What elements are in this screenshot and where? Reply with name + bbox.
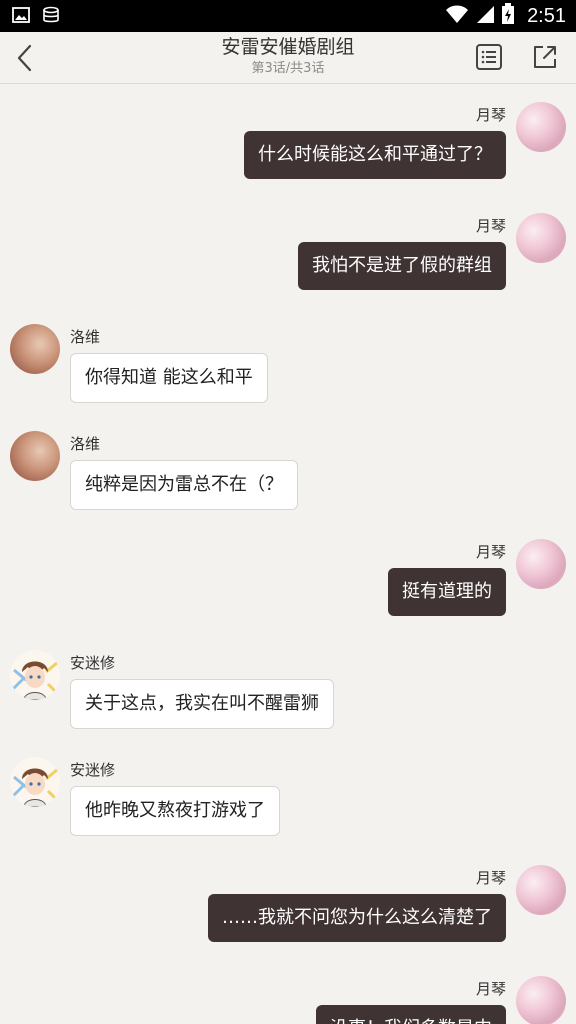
- share-icon: [534, 46, 556, 68]
- battery-icon: [501, 3, 515, 29]
- avatar[interactable]: [516, 213, 566, 263]
- message-bubble[interactable]: 挺有道理的: [388, 568, 506, 616]
- chat-thread[interactable]: 月琴 什么时候能这么和平通过了？ 月琴 我怕不是进了假的群组 洛维 你得知道 能…: [0, 84, 576, 1024]
- sender-name: 洛维: [70, 328, 101, 346]
- sender-name: 安迷修: [70, 654, 116, 672]
- avatar[interactable]: [10, 324, 60, 374]
- gallery-notification-icon: [12, 6, 30, 28]
- message-bubble[interactable]: 纯粹是因为雷总不在（？: [70, 460, 298, 510]
- avatar[interactable]: [10, 650, 60, 700]
- message-bubble[interactable]: 你得知道 能这么和平: [70, 353, 268, 403]
- list-icon: [476, 44, 502, 70]
- signal-icon: [475, 4, 495, 28]
- message-bubble[interactable]: 我怕不是进了假的群组: [298, 242, 506, 290]
- avatar[interactable]: [10, 431, 60, 481]
- message-bubble[interactable]: ……我就不问您为什么这么清楚了: [208, 894, 506, 942]
- avatar[interactable]: [516, 102, 566, 152]
- episode-list-button[interactable]: [474, 42, 504, 72]
- sender-name: 月琴: [475, 217, 506, 235]
- clock: 2:51: [527, 4, 566, 27]
- message-bubble[interactable]: 关于这点，我实在叫不醒雷狮: [70, 679, 334, 729]
- database-notification-icon: [42, 6, 60, 28]
- share-button[interactable]: [530, 42, 560, 72]
- avatar[interactable]: [10, 757, 60, 807]
- sender-name: 月琴: [475, 106, 506, 124]
- sender-name: 安迷修: [70, 761, 116, 779]
- sender-name: 月琴: [475, 543, 506, 561]
- character-portrait-icon: [10, 660, 60, 700]
- status-bar: 2:51: [0, 0, 576, 32]
- message-bubble[interactable]: 他昨晚又熬夜打游戏了: [70, 786, 280, 836]
- sender-name: 月琴: [475, 980, 506, 998]
- sender-name: 洛维: [70, 435, 101, 453]
- wifi-icon: [445, 4, 469, 28]
- header-bar: 安雷安催婚剧组 第3话/共3话: [0, 32, 576, 84]
- message-bubble[interactable]: 没事！我们多数是中: [316, 1005, 506, 1024]
- character-portrait-icon: [10, 767, 60, 807]
- message-bubble[interactable]: 什么时候能这么和平通过了？: [244, 131, 506, 179]
- avatar[interactable]: [516, 539, 566, 589]
- avatar[interactable]: [516, 865, 566, 915]
- sender-name: 月琴: [475, 869, 506, 887]
- avatar[interactable]: [516, 976, 566, 1024]
